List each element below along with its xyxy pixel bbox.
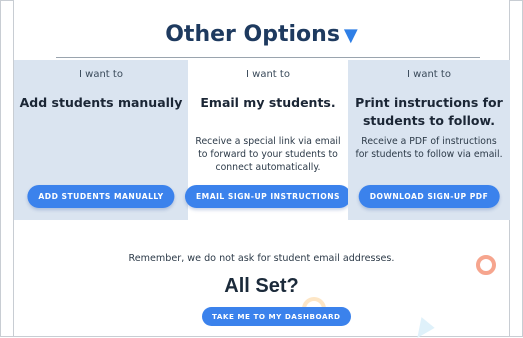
option-card-print: I want to Print instructions for student…	[348, 60, 510, 220]
download-pdf-button[interactable]: DOWNLOAD SIGN-UP PDF	[358, 185, 500, 208]
option-title: Print instructions for students to follo…	[355, 95, 503, 128]
decorative-triangle-icon	[409, 314, 435, 338]
page-title: Other Options	[165, 22, 340, 47]
option-description: Receive a PDF of instructions for studen…	[355, 136, 503, 160]
reminder-text: Remember, we do not ask for student emai…	[128, 253, 395, 264]
option-title: Add students manually	[19, 95, 183, 110]
option-prefix: I want to	[407, 69, 451, 80]
option-card-email: I want to Email my students. Receive a s…	[184, 60, 352, 220]
option-title: Email my students.	[200, 95, 336, 110]
email-instructions-button[interactable]: EMAIL SIGN-UP INSTRUCTIONS	[184, 185, 352, 208]
all-set-heading: All Set?	[224, 275, 299, 297]
option-prefix: I want to	[246, 69, 290, 80]
options-row: I want to Add students manually ADD STUD…	[14, 60, 510, 220]
option-prefix: I want to	[79, 69, 123, 80]
caret-down-icon[interactable]: ▼	[344, 25, 358, 46]
add-students-button[interactable]: ADD STUDENTS MANUALLY	[27, 185, 175, 208]
dashboard-button[interactable]: TAKE ME TO MY DASHBOARD	[202, 307, 351, 326]
option-card-manual: I want to Add students manually ADD STUD…	[14, 60, 188, 220]
option-description: Receive a special link via email to forw…	[195, 136, 341, 173]
divider	[56, 57, 480, 58]
section-header[interactable]: Other Options ▼	[14, 22, 509, 47]
